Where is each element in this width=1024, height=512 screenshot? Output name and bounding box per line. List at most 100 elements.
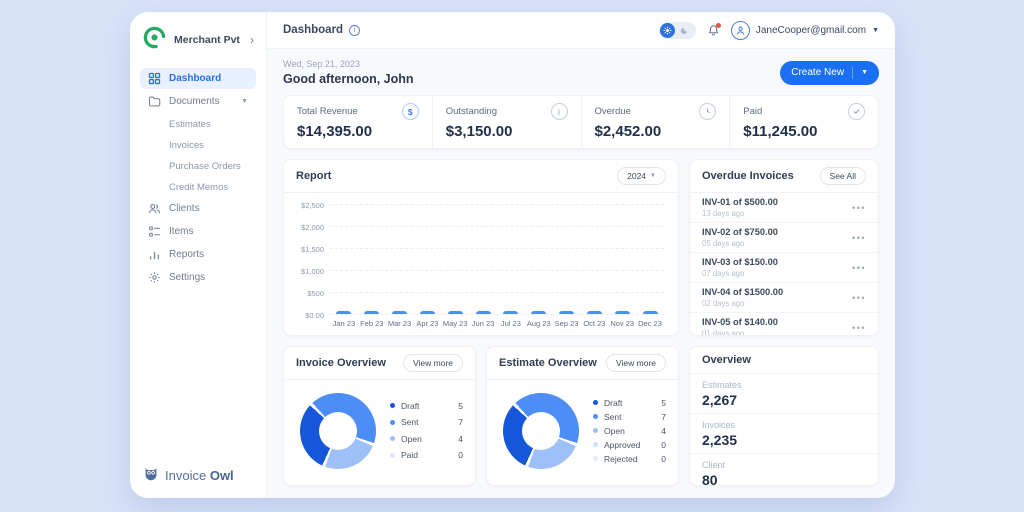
sidebar-item-clients[interactable]: Clients	[140, 198, 256, 219]
x-axis-label: Dec 23	[636, 319, 664, 328]
bar-may-23[interactable]	[448, 311, 463, 314]
stats-summary: Total Revenue$ $14,395.00 Outstandingi $…	[283, 95, 879, 149]
notification-bell-icon[interactable]	[707, 24, 720, 37]
sidebar-item-items[interactable]: Items	[140, 221, 256, 242]
y-axis-tick: $2,000	[290, 223, 324, 232]
overview-panel: Overview Estimates 2,267 Invoices 2,235 …	[689, 346, 879, 486]
sidebar-item-purchase-orders[interactable]: Purchase Orders	[140, 156, 256, 177]
see-all-button[interactable]: See All	[820, 167, 866, 185]
theme-toggle[interactable]	[659, 22, 696, 39]
bar-dec-23[interactable]	[643, 311, 658, 314]
more-options-button[interactable]: •••	[852, 263, 866, 273]
overdue-list: INV-01 of $500.0013 days ago ••• INV-02 …	[690, 193, 878, 336]
topbar: Dashboard i JaneCooper@gmail.com ▼	[267, 12, 895, 49]
x-axis-label: Oct 23	[580, 319, 608, 328]
chevron-down-icon: ▼	[650, 173, 656, 179]
sidebar-item-estimates[interactable]: Estimates	[140, 114, 256, 135]
legend-row: Open4	[593, 426, 666, 436]
bar-feb-23[interactable]	[364, 311, 379, 314]
stat-label: Overdue	[595, 106, 631, 117]
legend-dot	[390, 436, 395, 441]
dashboard-icon	[148, 72, 161, 85]
items-icon	[148, 225, 161, 238]
bar-mar-23[interactable]	[392, 311, 407, 314]
invoice-name: INV-01 of $500.00	[702, 197, 852, 207]
bar-jun-23[interactable]	[476, 311, 491, 314]
legend-row: Sent7	[390, 417, 463, 427]
view-more-button[interactable]: View more	[606, 354, 666, 372]
sidebar-item-documents[interactable]: Documents ▼	[140, 91, 256, 112]
year-select-value: 2024	[627, 171, 646, 181]
bar-jul-23[interactable]	[503, 311, 518, 314]
invoice-age: 02 days ago	[702, 299, 852, 308]
legend-row: Sent7	[593, 412, 666, 422]
bar-nov-23[interactable]	[615, 311, 630, 314]
x-axis-label: Jun 23	[469, 319, 497, 328]
overdue-row[interactable]: INV-04 of $1500.0002 days ago •••	[690, 283, 878, 313]
settings-icon	[148, 271, 161, 284]
x-axis-label: Aug 23	[525, 319, 553, 328]
more-options-button[interactable]: •••	[852, 233, 866, 243]
legend-row: Draft5	[390, 401, 463, 411]
create-new-button[interactable]: Create New ▼	[780, 61, 879, 85]
invoice-name: INV-03 of $150.00	[702, 257, 852, 267]
overview-value: 2,235	[702, 432, 866, 448]
invoice-overview-panel: Invoice Overview View more Draft5 Sent7 …	[283, 346, 476, 486]
sidebar-item-dashboard[interactable]: Dashboard	[140, 68, 256, 89]
view-more-button[interactable]: View more	[403, 354, 463, 372]
overdue-row[interactable]: INV-02 of $750.0005 days ago •••	[690, 223, 878, 253]
sidebar-item-reports[interactable]: Reports	[140, 244, 256, 265]
invoice-age: 07 days ago	[702, 269, 852, 278]
sidebar-item-label: Items	[169, 226, 193, 237]
folder-icon	[148, 95, 161, 108]
stat-overdue: Overdue $2,452.00	[582, 96, 731, 148]
bar-oct-23[interactable]	[587, 311, 602, 314]
sidebar-item-credit-memos[interactable]: Credit Memos	[140, 177, 256, 198]
legend-dot	[593, 442, 598, 447]
info-icon[interactable]: i	[349, 25, 360, 36]
sidebar-item-settings[interactable]: Settings	[140, 267, 256, 288]
y-axis-tick: $2,500	[290, 201, 324, 210]
stat-value: $14,395.00	[297, 123, 419, 140]
y-axis-tick: $0.00	[290, 311, 324, 320]
more-options-button[interactable]: •••	[852, 323, 866, 333]
overdue-row[interactable]: INV-03 of $150.00 07 days ago •••	[690, 253, 878, 283]
moon-icon	[675, 26, 695, 35]
clients-icon	[148, 202, 161, 215]
y-axis-tick: $1,000	[290, 267, 324, 276]
overdue-row[interactable]: INV-05 of $140.0001 days ago •••	[690, 313, 878, 336]
more-options-button[interactable]: •••	[852, 203, 866, 213]
dashboard-content: Wed, Sep 21, 2023 Good afternoon, John C…	[267, 49, 895, 498]
report-title: Report	[296, 170, 331, 182]
stat-label: Total Revenue	[297, 106, 358, 117]
company-switcher[interactable]: Merchant Pvt ›	[130, 12, 266, 66]
bar-apr-23[interactable]	[420, 311, 435, 314]
sidebar-subitem-label: Purchase Orders	[169, 161, 241, 172]
desktop-background: Merchant Pvt › Dashboard Documents ▼ Est…	[0, 0, 1024, 512]
chart-plot-area: $2,500$2,000$1,500$1,000$500$0.00	[330, 204, 664, 314]
invoice-name: INV-02 of $750.00	[702, 227, 852, 237]
account-menu[interactable]: JaneCooper@gmail.com ▼	[731, 21, 879, 40]
y-axis-tick: $500	[290, 289, 324, 298]
x-axis-label: Sep 23	[553, 319, 581, 328]
stat-label: Paid	[743, 106, 762, 117]
greeting-block: Wed, Sep 21, 2023 Good afternoon, John	[283, 59, 414, 86]
bar-jan-23[interactable]	[336, 311, 351, 314]
x-axis-label: May 23	[441, 319, 469, 328]
x-axis: Jan 23Feb 23Mar 23Apr 23May 23Jun 23Jul …	[330, 314, 664, 328]
invoice-age: 01 days ago	[702, 329, 852, 336]
create-new-label: Create New	[791, 67, 844, 78]
account-email: JaneCooper@gmail.com	[756, 25, 866, 36]
overview-value: 2,267	[702, 392, 866, 408]
legend-row: Open4	[390, 434, 463, 444]
sidebar-nav: Dashboard Documents ▼ Estimates Invoices…	[130, 66, 266, 292]
legend-row: Approved0	[593, 440, 666, 450]
bar-sep-23[interactable]	[559, 311, 574, 314]
sidebar-subitem-label: Invoices	[169, 140, 204, 151]
sidebar-item-invoices[interactable]: Invoices	[140, 135, 256, 156]
year-select[interactable]: 2024 ▼	[617, 167, 666, 185]
bar-aug-23[interactable]	[531, 311, 546, 314]
more-options-button[interactable]: •••	[852, 293, 866, 303]
bars	[330, 204, 664, 314]
overdue-row[interactable]: INV-01 of $500.0013 days ago •••	[690, 193, 878, 223]
